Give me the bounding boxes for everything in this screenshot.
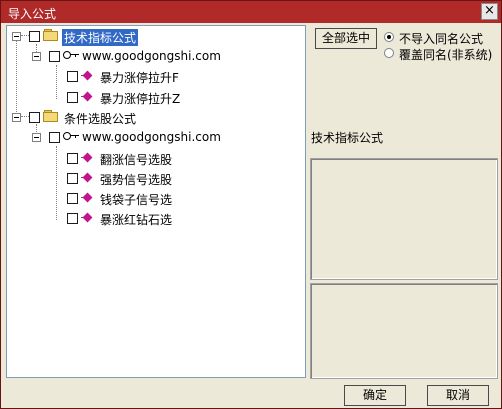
select-all-button[interactable]: 全部选中 [315, 28, 377, 49]
formula-tree: 技术指标公式 www.goodgongshi.com 暴力涨停拉升F 暴力涨停拉… [6, 25, 306, 378]
formula-label: 暴力涨停拉升F [100, 71, 179, 85]
screener-group-label: 条件选股公式 [64, 112, 137, 126]
formula-label: 强势信号选股 [100, 173, 173, 187]
collapse-toggle[interactable] [12, 32, 21, 41]
formula-icon [81, 152, 95, 164]
collapse-toggle[interactable] [32, 133, 41, 142]
key-icon [63, 131, 79, 141]
formula-checkbox[interactable] [67, 173, 78, 184]
folder-icon [43, 29, 59, 41]
no-import-radio[interactable] [384, 32, 394, 42]
overwrite-label: 覆盖同名(非系统) [399, 48, 493, 62]
formula-description-panel [310, 283, 498, 379]
screener-source-checkbox[interactable] [49, 132, 60, 143]
tree-node-screener-group[interactable]: 条件选股公式 [7, 108, 287, 126]
formula-label: 暴涨红钻石选 [100, 213, 173, 227]
window-title: 导入公式 [8, 7, 57, 21]
formula-type-label: 技术指标公式 [311, 131, 384, 145]
indicator-group-checkbox[interactable] [29, 31, 40, 42]
indicator-group-label: 技术指标公式 [62, 29, 139, 46]
tree-node-formula[interactable]: 暴力涨停拉升Z [7, 88, 287, 106]
formula-checkbox[interactable] [67, 213, 78, 224]
formula-label: 暴力涨停拉升Z [100, 92, 181, 106]
tree-node-screener-source[interactable]: www.goodgongshi.com [7, 128, 287, 146]
formula-icon [81, 172, 95, 184]
formula-icon [81, 91, 95, 103]
ok-button[interactable]: 确定 [344, 385, 406, 406]
screener-source-label: www.goodgongshi.com [82, 130, 221, 144]
formula-icon [81, 70, 95, 82]
folder-icon [43, 110, 59, 122]
indicator-source-label: www.goodgongshi.com [82, 49, 221, 63]
screener-group-checkbox[interactable] [29, 112, 40, 123]
tree-node-formula[interactable]: 强势信号选股 [7, 169, 287, 187]
formula-checkbox[interactable] [67, 92, 78, 103]
formula-checkbox[interactable] [67, 153, 78, 164]
indicator-source-checkbox[interactable] [49, 51, 60, 62]
no-import-label: 不导入同名公式 [399, 32, 484, 46]
close-button[interactable]: × [481, 3, 498, 20]
formula-label: 翻涨信号选股 [100, 153, 173, 167]
overwrite-radio[interactable] [384, 48, 394, 58]
formula-checkbox[interactable] [67, 193, 78, 204]
formula-info-panel [310, 158, 498, 280]
collapse-toggle[interactable] [32, 52, 41, 61]
tree-node-formula[interactable]: 钱袋子信号选 [7, 189, 287, 207]
tree-node-formula[interactable]: 翻涨信号选股 [7, 149, 287, 167]
formula-checkbox[interactable] [67, 71, 78, 82]
tree-node-formula[interactable]: 暴涨红钻石选 [7, 209, 287, 227]
title-bar: 导入公式 × [1, 1, 501, 23]
formula-label: 钱袋子信号选 [100, 193, 173, 207]
formula-icon [81, 212, 95, 224]
collapse-toggle[interactable] [12, 113, 21, 122]
key-icon [63, 50, 79, 60]
formula-icon [81, 192, 95, 204]
tree-node-formula[interactable]: 暴力涨停拉升F [7, 67, 287, 85]
import-formula-dialog: 导入公式 × 技术指标公式 www.goodgongshi.com 暴力涨停拉升… [0, 0, 502, 409]
tree-node-indicator-group[interactable]: 技术指标公式 [7, 27, 287, 46]
cancel-button[interactable]: 取消 [427, 385, 489, 406]
tree-node-indicator-source[interactable]: www.goodgongshi.com [7, 47, 287, 65]
